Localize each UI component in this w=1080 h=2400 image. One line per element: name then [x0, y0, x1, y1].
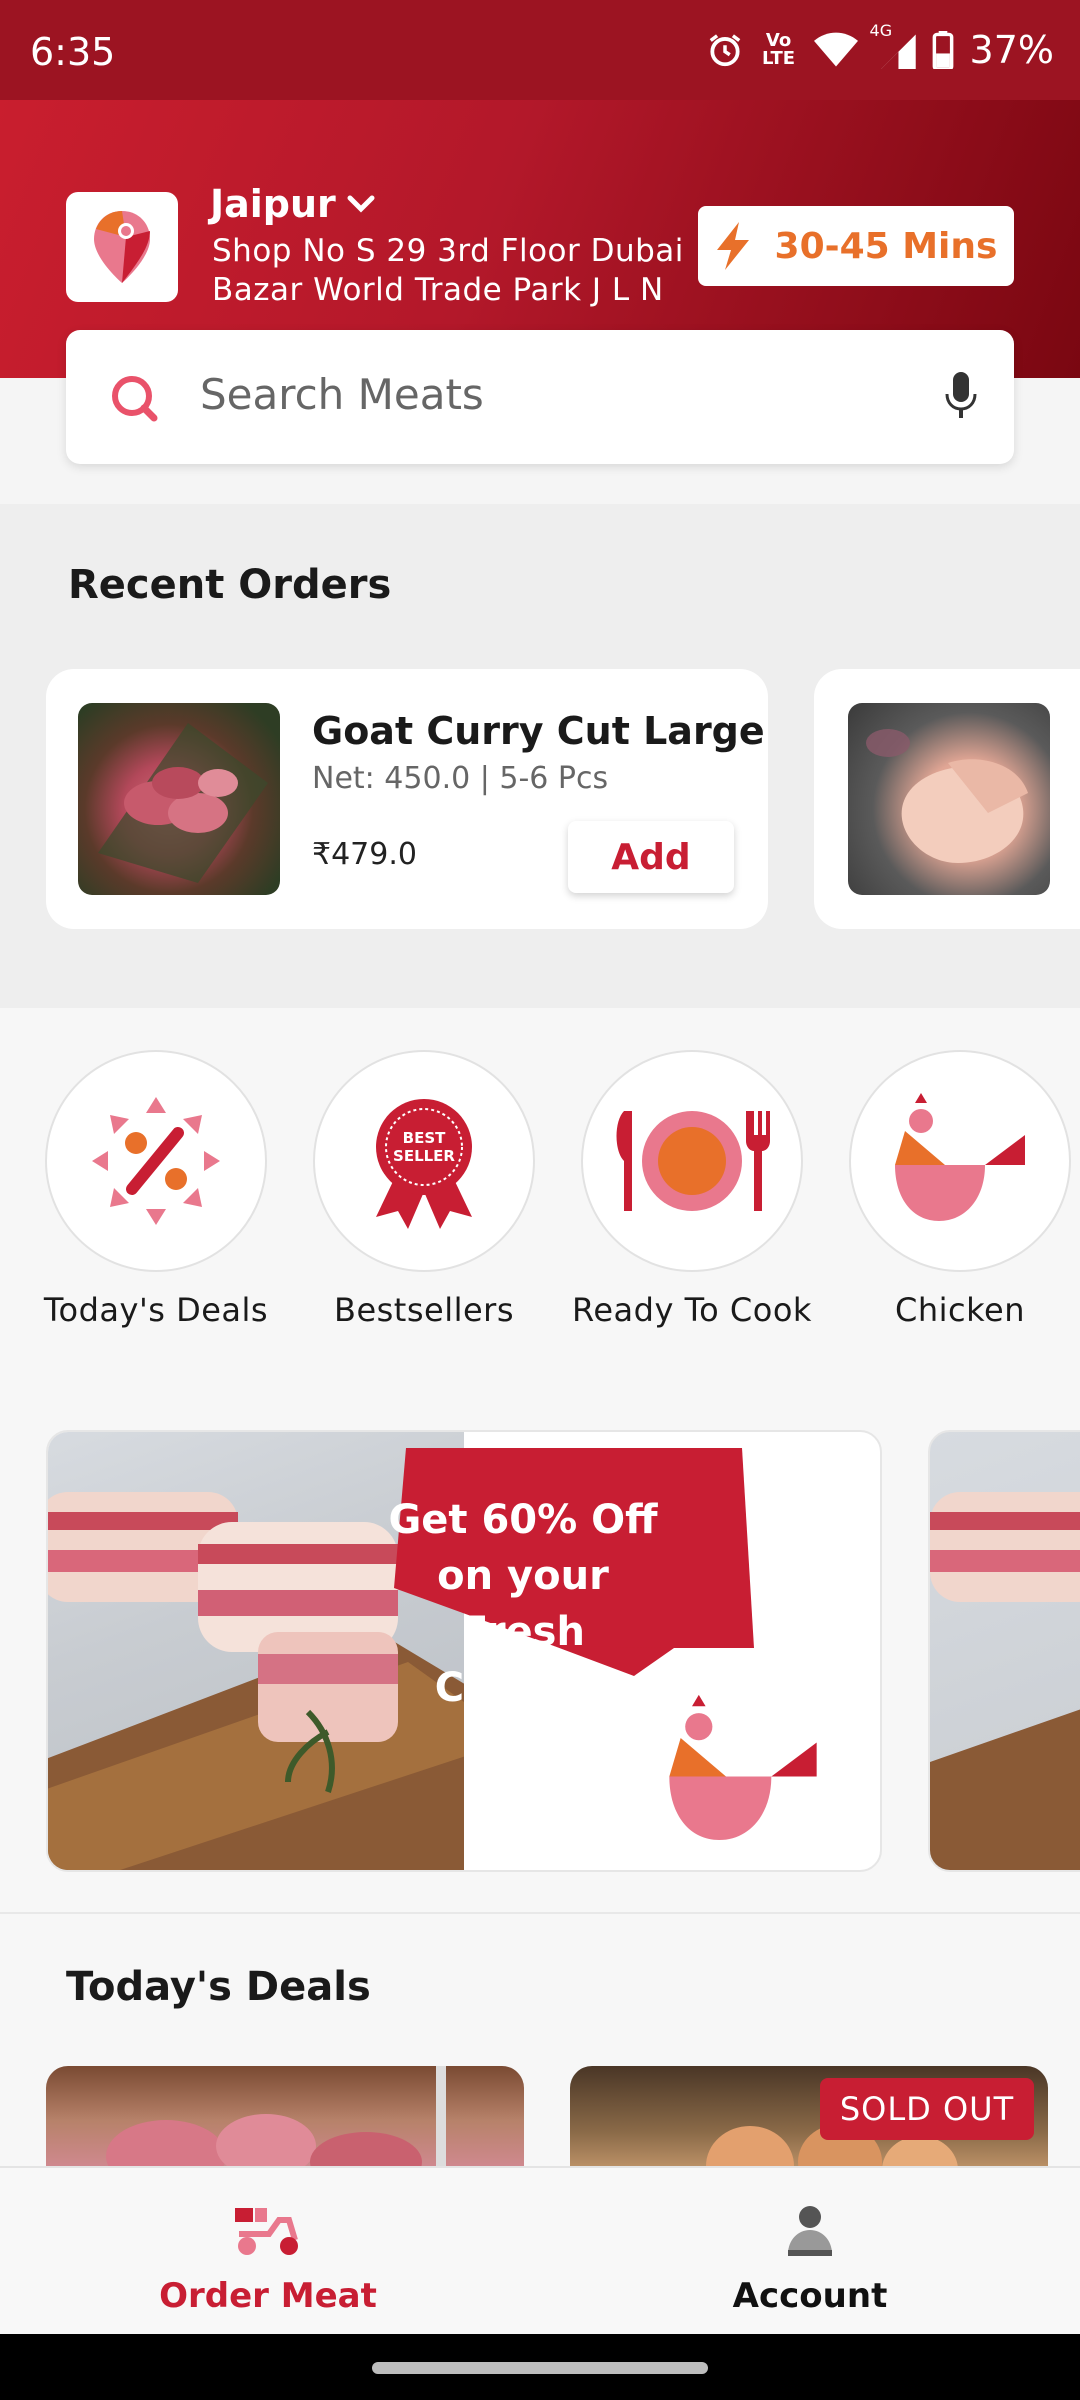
best-seller-ribbon-icon: BEST SELLER — [376, 1099, 472, 1229]
alarm-icon — [709, 34, 740, 67]
city-name: Jaipur — [210, 182, 336, 226]
svg-text:SELLER: SELLER — [393, 1147, 455, 1165]
nav-label: Account — [732, 2276, 888, 2316]
chicken-icon — [669, 1694, 817, 1840]
sold-out-badge: SOLD OUT — [820, 2078, 1034, 2140]
nav-order-meat[interactable]: Order Meat — [118, 2204, 418, 2316]
category-circle — [849, 1050, 1071, 1272]
recent-orders-section: Recent Orders Goat Curry Cut Large Net: … — [0, 504, 1080, 1008]
promo-carousel: Get 60% Off on your Fresh Chicken — [0, 1408, 1080, 1912]
product-image — [78, 703, 280, 895]
chevron-down-icon — [347, 195, 375, 213]
battery-icon — [932, 31, 953, 69]
category-row: Today's Deals BEST SELLER Bestsellers Re… — [0, 1008, 1080, 1408]
wifi-icon — [813, 32, 858, 67]
city-selector[interactable]: Jaipur — [210, 182, 376, 226]
search-bar[interactable]: Search Meats — [66, 330, 1014, 464]
account-icon — [788, 2206, 832, 2256]
category-chicken[interactable]: Chicken — [840, 1050, 1080, 1330]
lightning-icon — [716, 222, 749, 270]
microphone-icon[interactable] — [944, 372, 978, 422]
nav-account[interactable]: Account — [660, 2204, 960, 2316]
percent-badge-icon — [92, 1097, 220, 1225]
recent-orders-title: Recent Orders — [68, 562, 392, 608]
cell-signal-icon: 4G — [870, 21, 916, 69]
category-label: Ready To Cook — [572, 1291, 812, 1329]
product-name: Goat Curry Cut Large — [312, 709, 765, 753]
plate-fork-knife-icon — [616, 1111, 770, 1211]
category-label: Today's Deals — [43, 1291, 269, 1329]
promo-banner[interactable]: Get 60% Off on your Fresh Chicken — [46, 1430, 882, 1872]
deal-card[interactable] — [46, 2066, 524, 2176]
category-circle: BEST SELLER — [313, 1050, 535, 1272]
promo-banner-next[interactable] — [928, 1430, 1080, 1872]
category-label: Bestsellers — [333, 1291, 514, 1329]
address-line-1: Shop No S 29 3rd Floor Dubai — [212, 233, 684, 269]
chicken-icon — [895, 1093, 1025, 1221]
category-circle — [45, 1050, 267, 1272]
category-todays-deals[interactable]: Today's Deals — [36, 1050, 276, 1330]
delivery-eta-badge: 30-45 Mins — [698, 206, 1014, 286]
status-bar: 6:35 Vo LTE 4G 37% — [0, 0, 1080, 100]
volte-icon: Vo LTE — [761, 30, 796, 69]
nav-label: Order Meat — [159, 2276, 377, 2316]
category-ready-to-cook[interactable]: Ready To Cook — [572, 1050, 812, 1330]
status-icons: Vo LTE 4G 37% — [706, 21, 1054, 72]
eta-text: 30-45 Mins — [774, 225, 998, 267]
category-label: Chicken — [895, 1291, 1025, 1329]
category-bestsellers[interactable]: BEST SELLER Bestsellers — [304, 1050, 544, 1330]
product-price: ₹479.0 — [312, 837, 417, 872]
search-input[interactable]: Search Meats — [200, 370, 484, 419]
recent-order-card[interactable]: Goat Curry Cut Large Net: 450.0 | 5-6 Pc… — [46, 669, 768, 929]
app-logo — [66, 192, 178, 302]
product-image — [848, 703, 1050, 895]
clock: 6:35 — [30, 30, 116, 74]
delivery-scooter-icon — [235, 2208, 298, 2255]
bottom-navigation: Order Meat Account — [0, 2166, 1080, 2334]
promo-text: Get 60% Off on your Fresh Chicken — [388, 1497, 658, 1711]
address-line-2: Bazar World Trade Park J L N — [212, 272, 664, 308]
category-circle — [581, 1050, 803, 1272]
recent-order-card[interactable] — [814, 669, 1080, 929]
delivery-address[interactable]: Shop No S 29 3rd Floor Dubai Bazar World… — [212, 232, 692, 310]
search-icon — [112, 376, 158, 422]
product-weight-pieces: Net: 450.0 | 5-6 Pcs — [312, 761, 609, 796]
gesture-bar — [0, 2334, 1080, 2400]
location-pin-logo-icon — [94, 211, 150, 283]
add-button[interactable]: Add — [568, 821, 734, 893]
battery-percent: 37% — [969, 28, 1054, 72]
svg-text:BEST: BEST — [403, 1129, 446, 1147]
todays-deals-title: Today's Deals — [66, 1964, 371, 2010]
home-indicator[interactable] — [372, 2362, 708, 2374]
